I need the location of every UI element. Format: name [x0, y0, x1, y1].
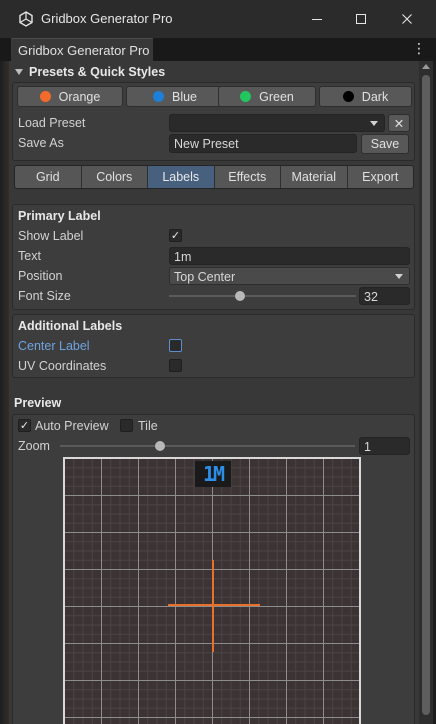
zoom-input[interactable]: 1: [359, 437, 410, 455]
editor-tab-strip: Gridbox Generator Pro ⋮: [0, 38, 436, 61]
font-size-input[interactable]: 32: [359, 287, 410, 305]
clear-preset-button[interactable]: ✕: [388, 114, 410, 132]
center-cross-vertical: [212, 560, 214, 652]
center-cross-horizontal: [168, 604, 260, 606]
foldout-arrow-icon[interactable]: [15, 69, 23, 75]
minimize-button[interactable]: [294, 0, 340, 38]
preview-header: Preview: [14, 396, 62, 410]
close-icon: [402, 14, 412, 24]
window-edge: [0, 61, 9, 724]
auto-preview-label: Auto Preview: [35, 419, 109, 433]
label-text-input[interactable]: 1m: [169, 247, 410, 265]
dropdown-arrow-icon: [370, 121, 378, 126]
center-label-checkbox[interactable]: [169, 339, 182, 352]
grid-size-label: 1M: [195, 461, 231, 487]
maximize-button[interactable]: [338, 0, 384, 38]
orange-dot-icon: [39, 91, 51, 102]
save-as-label: Save As: [18, 136, 64, 150]
style-blue-button[interactable]: Blue: [126, 86, 224, 107]
vertical-scrollbar[interactable]: [419, 61, 433, 724]
inspector-panel: Presets & Quick Styles Orange Blue Green…: [9, 61, 419, 724]
center-label-label: Center Label: [18, 339, 90, 353]
save-as-input[interactable]: New Preset: [169, 134, 357, 153]
green-dot-icon: [240, 91, 252, 102]
style-label: Orange: [58, 89, 101, 104]
zoom-slider[interactable]: [60, 445, 355, 447]
load-preset-dropdown[interactable]: [169, 114, 385, 132]
clear-icon: ✕: [393, 116, 405, 131]
window-title: Gridbox Generator Pro: [41, 11, 173, 26]
load-preset-label: Load Preset: [18, 116, 86, 130]
text-label: Text: [18, 249, 41, 263]
close-button[interactable]: [384, 0, 430, 38]
tab-export[interactable]: Export: [347, 166, 413, 188]
tab-labels[interactable]: Labels: [148, 166, 215, 188]
tab-effects[interactable]: Effects: [214, 166, 281, 188]
uv-coordinates-label: UV Coordinates: [18, 359, 107, 373]
tab-gridbox-generator[interactable]: Gridbox Generator Pro: [11, 38, 153, 61]
maximize-icon: [356, 14, 366, 24]
zoom-slider-thumb[interactable]: [155, 441, 165, 451]
style-green-button[interactable]: Green: [218, 86, 316, 107]
presets-header[interactable]: Presets & Quick Styles: [29, 65, 165, 79]
tab-material[interactable]: Material: [281, 166, 348, 188]
scroll-up-arrow-icon[interactable]: [422, 64, 430, 69]
style-label: Dark: [361, 89, 389, 104]
tile-label: Tile: [138, 419, 158, 433]
position-dropdown[interactable]: Top Center: [169, 267, 410, 285]
window-title-bar[interactable]: Gridbox Generator Pro: [0, 0, 436, 38]
tab-grid[interactable]: Grid: [15, 166, 82, 188]
font-size-label: Font Size: [18, 289, 71, 303]
grid-preview[interactable]: 1M: [63, 457, 361, 724]
position-label: Position: [18, 269, 63, 283]
uv-coordinates-checkbox[interactable]: [169, 359, 182, 372]
font-size-slider[interactable]: [169, 295, 356, 297]
category-toolbar: Grid Colors Labels Effects Material Expo…: [14, 165, 414, 189]
show-label-checkbox[interactable]: ✓: [169, 229, 182, 242]
additional-labels-header: Additional Labels: [18, 319, 123, 333]
auto-preview-checkbox[interactable]: ✓: [18, 419, 31, 432]
style-label: Blue: [171, 89, 198, 104]
primary-label-header: Primary Label: [18, 209, 101, 223]
style-label: Green: [259, 89, 294, 104]
font-size-slider-thumb[interactable]: [235, 291, 245, 301]
show-label-label: Show Label: [18, 229, 84, 243]
tile-checkbox[interactable]: [120, 419, 133, 432]
minimize-icon: [312, 19, 322, 20]
black-dot-icon: [342, 91, 354, 102]
scrollbar-thumb[interactable]: [422, 75, 430, 715]
kebab-menu-icon[interactable]: ⋮: [412, 40, 426, 58]
tab-colors[interactable]: Colors: [81, 166, 148, 188]
style-dark-button[interactable]: Dark: [319, 86, 412, 107]
unity-cube-icon: [19, 11, 33, 27]
style-orange-button[interactable]: Orange: [17, 86, 123, 107]
blue-dot-icon: [152, 91, 164, 102]
dropdown-arrow-icon: [395, 274, 403, 279]
save-preset-button[interactable]: Save: [361, 134, 409, 154]
zoom-label: Zoom: [18, 439, 50, 453]
